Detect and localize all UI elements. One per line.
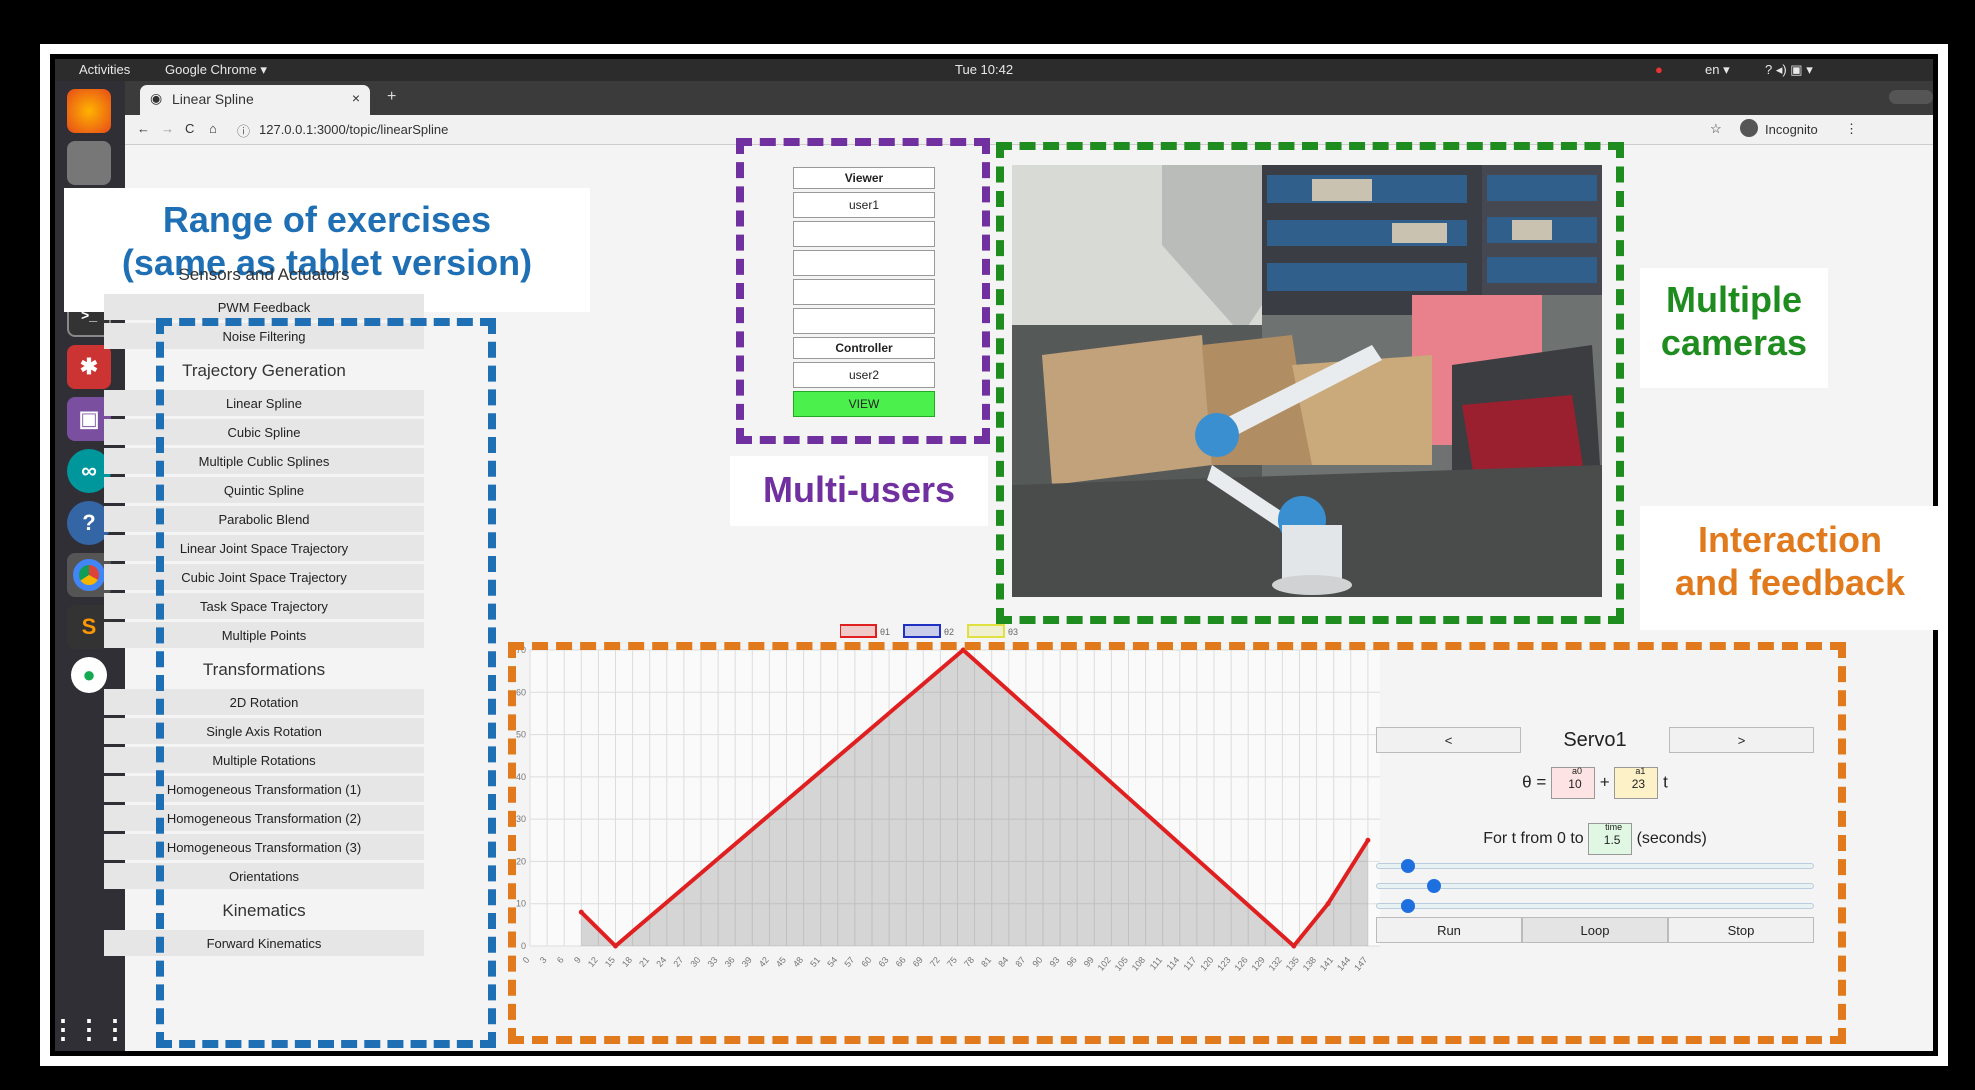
screenshot-stage: Activities Google Chrome ▾ Tue 10:42 ● e… xyxy=(0,0,1975,1090)
activities-button[interactable]: Activities xyxy=(79,62,130,77)
exercises-highlight-box xyxy=(156,318,496,1048)
browser-tab[interactable]: ◉ Linear Spline × xyxy=(140,85,370,115)
chrome-tabstrip: ◉ Linear Spline × + xyxy=(125,81,1933,115)
clock[interactable]: Tue 10:42 xyxy=(955,62,1013,77)
chart-legend: θ1 θ2 θ3 xyxy=(840,624,1018,638)
record-icon: ● xyxy=(1655,62,1663,77)
incognito-icon xyxy=(1740,119,1758,137)
legend-swatch[interactable] xyxy=(967,624,1005,638)
multi-users-callout: Multi-users xyxy=(730,456,988,526)
interaction-callout-line2: and feedback xyxy=(1674,562,1906,604)
exercises-callout-line1: Range of exercises xyxy=(162,199,492,240)
legend-swatch[interactable] xyxy=(840,624,877,638)
legend-label: θ2 xyxy=(944,627,954,637)
back-icon[interactable]: ← xyxy=(137,121,150,136)
system-tray-icons[interactable]: ? ◂) ▣ ▾ xyxy=(1765,62,1813,78)
new-tab-button[interactable]: + xyxy=(387,88,396,106)
incognito-label[interactable]: Incognito xyxy=(1765,122,1818,137)
interaction-highlight-box xyxy=(508,642,1846,1044)
files-icon[interactable] xyxy=(67,141,111,185)
tab-close-icon[interactable]: × xyxy=(352,90,360,106)
url-field[interactable]: 127.0.0.1:3000/topic/linearSpline xyxy=(259,122,448,137)
site-info-icon[interactable]: ⓘ xyxy=(237,121,250,140)
bookmark-star-icon[interactable]: ☆ xyxy=(1710,121,1722,137)
tab-favicon-icon: ◉ xyxy=(150,90,163,106)
mongodb-icon[interactable]: ● xyxy=(71,657,107,693)
users-highlight-box xyxy=(736,138,990,444)
sidebar-section-title: Sensors and Actuators xyxy=(178,265,350,284)
app-menu[interactable]: Google Chrome ▾ xyxy=(165,62,267,78)
forward-icon[interactable]: → xyxy=(161,121,174,136)
legend-label: θ1 xyxy=(880,627,890,637)
cameras-callout-line2: cameras xyxy=(1660,322,1808,364)
reload-icon[interactable]: C xyxy=(185,121,194,136)
locale-menu[interactable]: en ▾ xyxy=(1705,62,1730,78)
firefox-icon[interactable] xyxy=(67,89,111,133)
tab-title: Linear Spline xyxy=(172,91,254,107)
interaction-callout: Interaction and feedback xyxy=(1640,506,1940,630)
interaction-callout-line1: Interaction xyxy=(1697,519,1883,560)
legend-label: θ3 xyxy=(1008,627,1018,637)
cameras-highlight-box xyxy=(996,142,1624,624)
chrome-menu-icon[interactable]: ⋮ xyxy=(1845,121,1858,137)
legend-swatch[interactable] xyxy=(903,624,941,638)
window-controls[interactable] xyxy=(1889,90,1933,104)
home-icon[interactable]: ⌂ xyxy=(209,121,217,136)
ubuntu-top-bar: Activities Google Chrome ▾ Tue 10:42 ● e… xyxy=(55,59,1933,81)
cameras-callout: Multiple cameras xyxy=(1640,268,1828,388)
cameras-callout-line1: Multiple xyxy=(1666,279,1802,320)
sidebar-item[interactable]: PWM Feedback xyxy=(104,294,424,320)
address-bar-row: ← → C ⌂ ⓘ 127.0.0.1:3000/topic/linearSpl… xyxy=(125,115,1933,145)
